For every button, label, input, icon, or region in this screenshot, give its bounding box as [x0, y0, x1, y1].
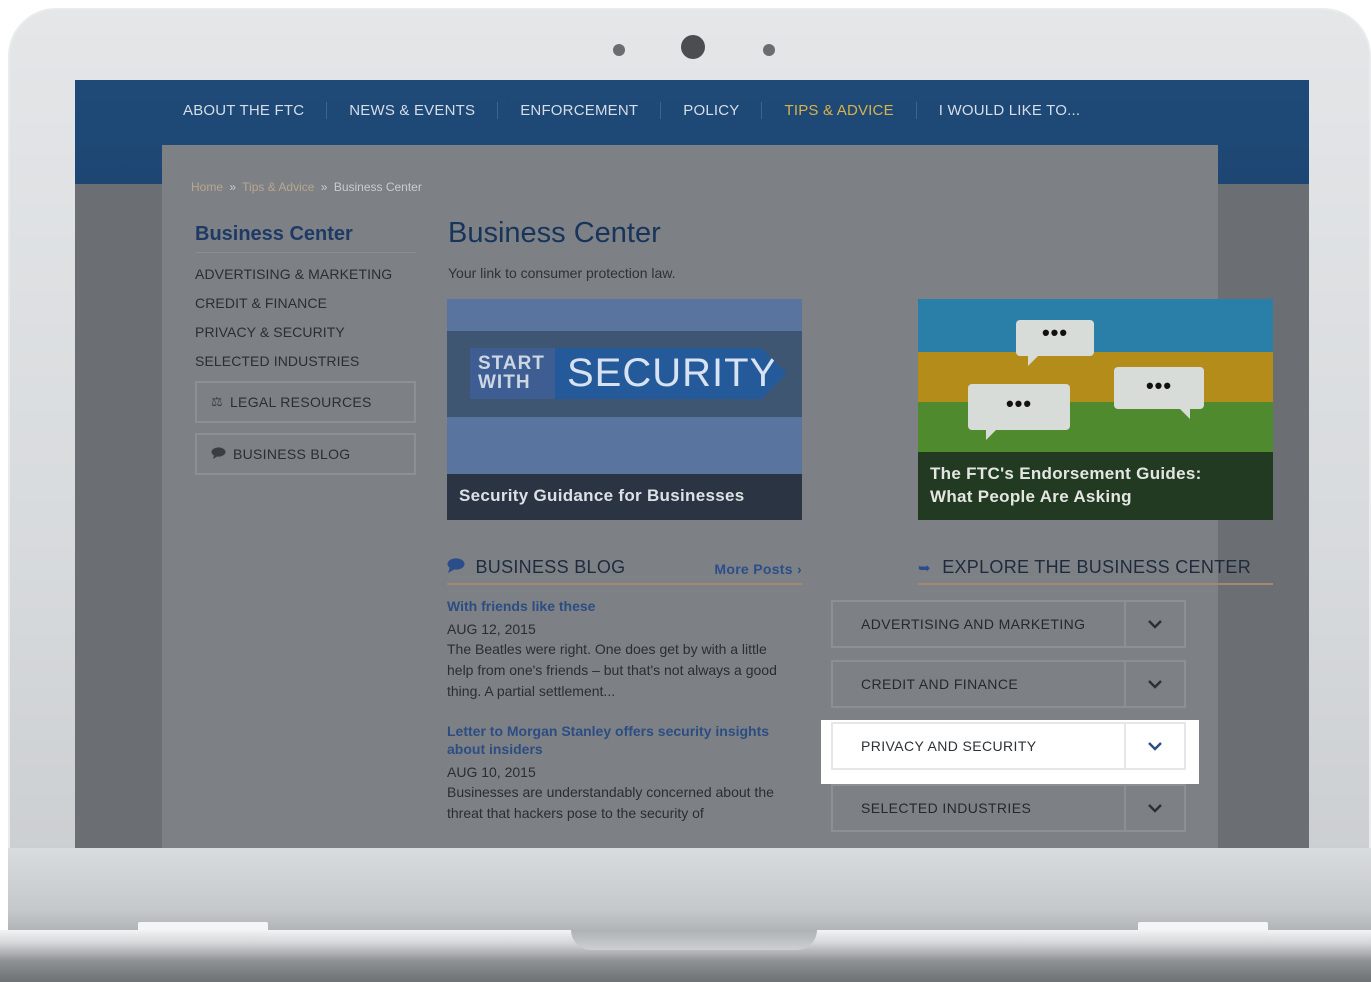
list-item: With friends like these AUG 12, 2015 The…	[447, 597, 797, 702]
sidebar-title[interactable]: Business Center	[195, 223, 416, 253]
page-subtitle: Your link to consumer protection law.	[448, 265, 676, 281]
endorsement-feature-caption[interactable]: The FTC's Endorsement Guides: What Peopl…	[930, 462, 1265, 508]
post-date: AUG 10, 2015	[447, 764, 536, 780]
accordion-label: SELECTED INDUSTRIES	[861, 800, 1032, 816]
start-with-label: START WITH	[470, 348, 555, 399]
arrow-right-icon: ➥	[918, 560, 931, 577]
speech-bubble-icon	[447, 558, 469, 577]
laptop-screen: ABOUT THE FTC NEWS & EVENTS ENFORCEMENT …	[75, 80, 1309, 848]
chevron-down-icon[interactable]	[1124, 724, 1184, 768]
accordion-advertising[interactable]: ADVERTISING AND MARKETING	[831, 600, 1186, 648]
nav-i-would-like-to[interactable]: I WOULD LIKE TO...	[939, 102, 1102, 119]
breadcrumb-separator: »	[229, 180, 237, 194]
sidebar-item-advertising[interactable]: ADVERTISING & MARKETING	[195, 266, 416, 282]
sidebar-item-credit[interactable]: CREDIT & FINANCE	[195, 295, 416, 311]
chevron-down-icon[interactable]	[1124, 786, 1184, 830]
nav-menu: ABOUT THE FTC NEWS & EVENTS ENFORCEMENT …	[183, 100, 1124, 120]
legal-resources-button[interactable]: ⚖ LEGAL RESOURCES	[195, 381, 416, 423]
breadcrumb: Home » Tips & Advice » Business Center	[191, 180, 422, 194]
accordion-label: PRIVACY AND SECURITY	[861, 738, 1037, 754]
security-feature-caption[interactable]: Security Guidance for Businesses	[447, 474, 802, 520]
breadcrumb-tips[interactable]: Tips & Advice	[242, 180, 314, 194]
chevron-down-icon[interactable]	[1124, 662, 1184, 706]
nav-enforcement[interactable]: ENFORCEMENT	[520, 101, 662, 119]
nav-policy[interactable]: POLICY	[683, 101, 763, 119]
page-title: Business Center	[448, 217, 661, 249]
breadcrumb-current: Business Center	[333, 180, 422, 194]
chat-bubble-icon: •••	[1114, 367, 1204, 419]
caption-line: What People Are Asking	[930, 487, 1132, 506]
security-banner: SECURITY	[555, 348, 787, 399]
nav-tips-advice[interactable]: TIPS & ADVICE	[784, 101, 917, 119]
accordion-industries[interactable]: SELECTED INDUSTRIES	[831, 784, 1186, 832]
caption-line: The FTC's Endorsement Guides:	[930, 464, 1202, 483]
breadcrumb-home[interactable]: Home	[191, 180, 223, 194]
list-item: Letter to Morgan Stanley offers security…	[447, 722, 797, 824]
legal-resources-label: LEGAL RESOURCES	[229, 394, 372, 410]
business-blog-heading: BUSINESS BLOG More Posts ›	[447, 557, 802, 585]
accordion-label: CREDIT AND FINANCE	[861, 676, 1019, 692]
nav-about[interactable]: ABOUT THE FTC	[183, 101, 328, 119]
more-posts-link[interactable]: More Posts ›	[714, 561, 802, 577]
sidebar-item-industries[interactable]: SELECTED INDUSTRIES	[195, 353, 416, 369]
start-line: START	[478, 353, 545, 374]
accordion-privacy[interactable]: PRIVACY AND SECURITY	[831, 722, 1186, 770]
chat-bubble-icon: •••	[1016, 320, 1094, 366]
feature-stripe	[447, 417, 802, 475]
accordion-credit[interactable]: CREDIT AND FINANCE	[831, 660, 1186, 708]
post-title-link[interactable]: Letter to Morgan Stanley offers security…	[447, 722, 797, 758]
breadcrumb-separator: »	[320, 180, 328, 194]
accordion-label: ADVERTISING AND MARKETING	[861, 616, 1086, 632]
nav-news-events[interactable]: NEWS & EVENTS	[349, 101, 499, 119]
sidebar-item-privacy[interactable]: PRIVACY & SECURITY	[195, 324, 416, 340]
laptop-notch	[571, 930, 817, 950]
security-feature-card[interactable]: START WITH SECURITY Security Guidance fo…	[447, 299, 802, 520]
explore-title: EXPLORE THE BUSINESS CENTER	[942, 557, 1252, 577]
feature-stripe	[447, 299, 802, 331]
post-excerpt: Businesses are understandably concerned …	[447, 784, 774, 821]
explore-heading: ➥ EXPLORE THE BUSINESS CENTER	[918, 557, 1273, 585]
post-title-link[interactable]: With friends like these	[447, 597, 797, 615]
endorsement-feature-card[interactable]: ••• ••• ••• The FTC's Endorsement Guides…	[918, 299, 1273, 520]
business-blog-label: BUSINESS BLOG	[233, 446, 351, 462]
business-blog-button[interactable]: BUSINESS BLOG	[195, 433, 416, 475]
chevron-down-icon[interactable]	[1124, 602, 1184, 646]
post-date: AUG 12, 2015	[447, 621, 536, 637]
scale-icon: ⚖	[211, 394, 223, 409]
color-band-blue	[918, 299, 1273, 352]
blog-post-list: With friends like these AUG 12, 2015 The…	[447, 597, 797, 844]
sensor-dot-right	[763, 44, 775, 56]
with-line: WITH	[478, 372, 531, 393]
sidebar: Business Center ADVERTISING & MARKETING …	[195, 223, 416, 475]
sensor-dot-left	[613, 44, 625, 56]
camera-icon	[681, 35, 705, 59]
chat-bubble-icon: •••	[968, 384, 1070, 440]
speech-bubble-icon	[211, 446, 226, 462]
business-blog-title: BUSINESS BLOG	[475, 557, 626, 577]
post-excerpt: The Beatles were right. One does get by …	[447, 641, 777, 699]
